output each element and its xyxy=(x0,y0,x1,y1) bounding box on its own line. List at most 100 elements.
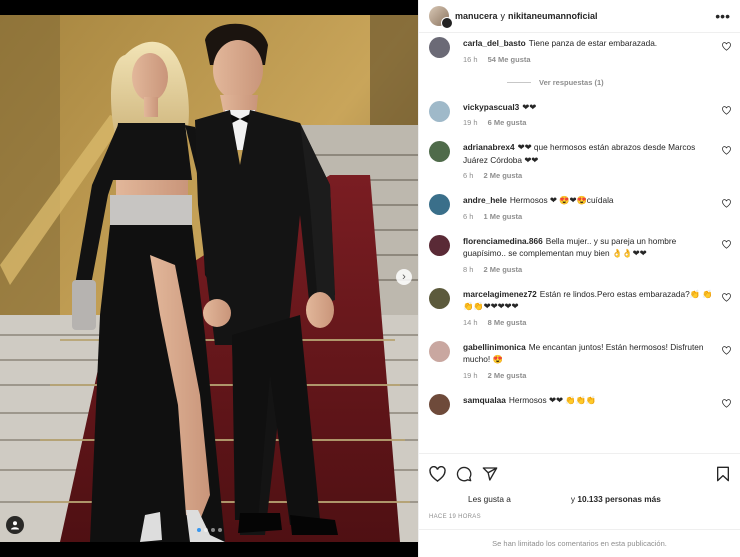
likes-prefix: Les gusta a xyxy=(468,494,511,504)
comments-list[interactable]: carla_del_basto Tiene panza de estar emba… xyxy=(419,33,740,453)
comment-item: florenciamedina.866 Bella mujer.. y su pa… xyxy=(419,231,740,274)
author-avatar[interactable] xyxy=(429,6,453,29)
more-icon[interactable]: ••• xyxy=(715,8,730,24)
comment-text-block: carla_del_basto Tiene panza de estar emba… xyxy=(463,37,714,50)
post-side-panel: manucera y nikitaneumannoficial ••• carl… xyxy=(418,0,740,557)
like-comment-heart-icon[interactable] xyxy=(722,146,731,155)
chevron-right-icon: › xyxy=(402,271,406,283)
commenter-avatar[interactable] xyxy=(429,340,450,362)
comment-time[interactable]: 19 h xyxy=(463,371,478,380)
author-username[interactable]: manucera xyxy=(455,11,498,21)
like-comment-heart-icon[interactable] xyxy=(722,398,731,408)
likes-summary[interactable]: Les gusta a y 10.133 personas más xyxy=(419,484,740,504)
commenter-avatar[interactable] xyxy=(429,234,450,256)
comment-username[interactable]: marcelagimenez72 xyxy=(463,289,537,299)
post-photo[interactable]: › xyxy=(0,15,418,542)
comment-username[interactable]: samqualaa xyxy=(463,395,506,405)
comment-likes[interactable]: 1 Me gusta xyxy=(483,212,522,221)
comment-text-block: samqualaa Hermosos ❤❤ 👏👏👏 xyxy=(463,394,714,407)
view-replies-button[interactable]: Ver respuestas (1) xyxy=(463,64,714,87)
action-icons xyxy=(419,454,740,484)
comment-username[interactable]: andre_hele xyxy=(463,195,507,205)
heart-icon[interactable] xyxy=(429,466,446,482)
comment-username[interactable]: adrianabrex4 xyxy=(463,142,515,152)
comment-meta: 6 h 2 Me gusta xyxy=(463,171,714,180)
comment-username[interactable]: florenciamedina.866 xyxy=(463,236,543,246)
post-time: HACE 19 HORAS xyxy=(429,514,481,520)
comment-likes[interactable]: 2 Me gusta xyxy=(488,371,527,380)
like-comment-heart-icon[interactable] xyxy=(722,239,731,249)
likes-suffix[interactable]: más xyxy=(644,494,661,504)
comment-item: samqualaa Hermosos ❤❤ 👏👏👏 xyxy=(419,390,740,415)
comment-likes[interactable]: 2 Me gusta xyxy=(483,171,522,180)
carousel-dot xyxy=(210,528,215,532)
carousel-dots xyxy=(0,528,418,532)
comment-item: vickypascual3 ❤❤ 19 h 6 Me gusta xyxy=(419,97,740,127)
likes-connector: y xyxy=(570,494,576,504)
commenter-avatar[interactable] xyxy=(429,287,450,309)
coauthor-username[interactable]: nikitaneumannoficial xyxy=(508,11,598,21)
comment-meta: 14 h 8 Me gusta xyxy=(463,318,714,327)
comment-text: Hermosos ❤ 😍❤😍cuídala xyxy=(509,195,614,205)
comment-username[interactable]: vickypascual3 xyxy=(463,102,519,112)
comment-icon[interactable] xyxy=(456,466,472,482)
comment-text: Hermosos ❤❤ 👏👏👏 xyxy=(508,394,597,405)
post-header: manucera y nikitaneumannoficial ••• xyxy=(419,0,740,33)
comment-item: carla_del_basto Tiene panza de estar emba… xyxy=(419,33,740,87)
carousel-dot xyxy=(196,528,201,532)
commenter-avatar[interactable] xyxy=(429,141,450,162)
comment-time[interactable]: 14 h xyxy=(463,318,478,327)
comment-text-block: andre_hele Hermosos ❤ 😍❤😍cuídala xyxy=(463,194,714,207)
commenter-avatar[interactable] xyxy=(429,37,450,58)
comment-likes[interactable]: 8 Me gusta xyxy=(488,318,527,327)
like-comment-heart-icon[interactable] xyxy=(722,345,731,355)
commenter-avatar[interactable] xyxy=(429,194,450,215)
comment-time[interactable]: 19 h xyxy=(463,118,478,127)
comment-time[interactable]: 6 h xyxy=(463,171,473,180)
couple-photo xyxy=(0,15,418,542)
comment-meta: 8 h 2 Me gusta xyxy=(463,265,714,274)
comment-text: ❤❤ xyxy=(522,101,537,112)
post-dialog: › manucera y nikitaneumannoficial ••• ca… xyxy=(0,0,740,557)
like-comment-heart-icon[interactable] xyxy=(722,105,731,115)
comment-text: Tiene panza de estar embarazada. xyxy=(528,38,658,48)
like-comment-heart-icon[interactable] xyxy=(722,292,731,302)
comment-meta: 19 h 2 Me gusta xyxy=(463,371,714,380)
comment-text-block: adrianabrex4 ❤❤ que hermosos están abrazo… xyxy=(463,141,714,166)
bookmark-icon[interactable] xyxy=(716,466,730,482)
post-authors: manucera y nikitaneumannoficial xyxy=(455,11,598,21)
comments-limited-notice: Se han limitado los comentarios en esta … xyxy=(419,529,740,557)
next-photo-button[interactable]: › xyxy=(396,269,412,285)
comment-likes[interactable]: 2 Me gusta xyxy=(483,265,522,274)
author-connector: y xyxy=(500,11,506,21)
comment-meta: 6 h 1 Me gusta xyxy=(463,212,714,221)
comment-username[interactable]: gabellinimonica xyxy=(463,342,526,352)
comment-time[interactable]: 16 h xyxy=(463,55,478,64)
comment-text-block: gabellinimonica Me encantan juntos! Están… xyxy=(463,341,714,366)
comment-text-block: vickypascual3 ❤❤ xyxy=(463,101,714,114)
comment-time[interactable]: 8 h xyxy=(463,265,473,274)
comment-text-block: florenciamedina.866 Bella mujer.. y su pa… xyxy=(463,235,714,260)
comment-time[interactable]: 6 h xyxy=(463,212,473,221)
post-actions: Les gusta a y 10.133 personas más HACE 1… xyxy=(419,453,740,557)
share-icon[interactable] xyxy=(482,466,498,482)
like-comment-heart-icon[interactable] xyxy=(722,42,731,51)
comment-item: adrianabrex4 ❤❤ que hermosos están abrazo… xyxy=(419,137,740,180)
comment-text-block: marcelagimenez72 Están re lindos.Pero est… xyxy=(463,288,714,313)
comment-meta: 16 h 54 Me gusta xyxy=(463,55,714,64)
carousel-dot xyxy=(203,528,208,532)
coauthor-avatar[interactable] xyxy=(441,17,453,29)
view-replies-label: Ver respuestas (1) xyxy=(539,77,604,87)
comment-item: gabellinimonica Me encantan juntos! Están… xyxy=(419,337,740,380)
comment-item: andre_hele Hermosos ❤ 😍❤😍cuídala 6 h 1 Me g… xyxy=(419,190,740,221)
likes-count[interactable]: 10.133 personas xyxy=(577,494,642,504)
carousel-dot xyxy=(217,528,222,532)
like-comment-heart-icon[interactable] xyxy=(722,199,731,208)
comment-meta: 19 h 6 Me gusta xyxy=(463,118,714,127)
comment-username[interactable]: carla_del_basto xyxy=(463,38,526,48)
comment-likes[interactable]: 6 Me gusta xyxy=(488,118,527,127)
comment-likes[interactable]: 54 Me gusta xyxy=(488,55,531,64)
commenter-avatar[interactable] xyxy=(429,100,450,122)
commenter-avatar[interactable] xyxy=(429,393,450,415)
comment-item: marcelagimenez72 Están re lindos.Pero est… xyxy=(419,284,740,327)
